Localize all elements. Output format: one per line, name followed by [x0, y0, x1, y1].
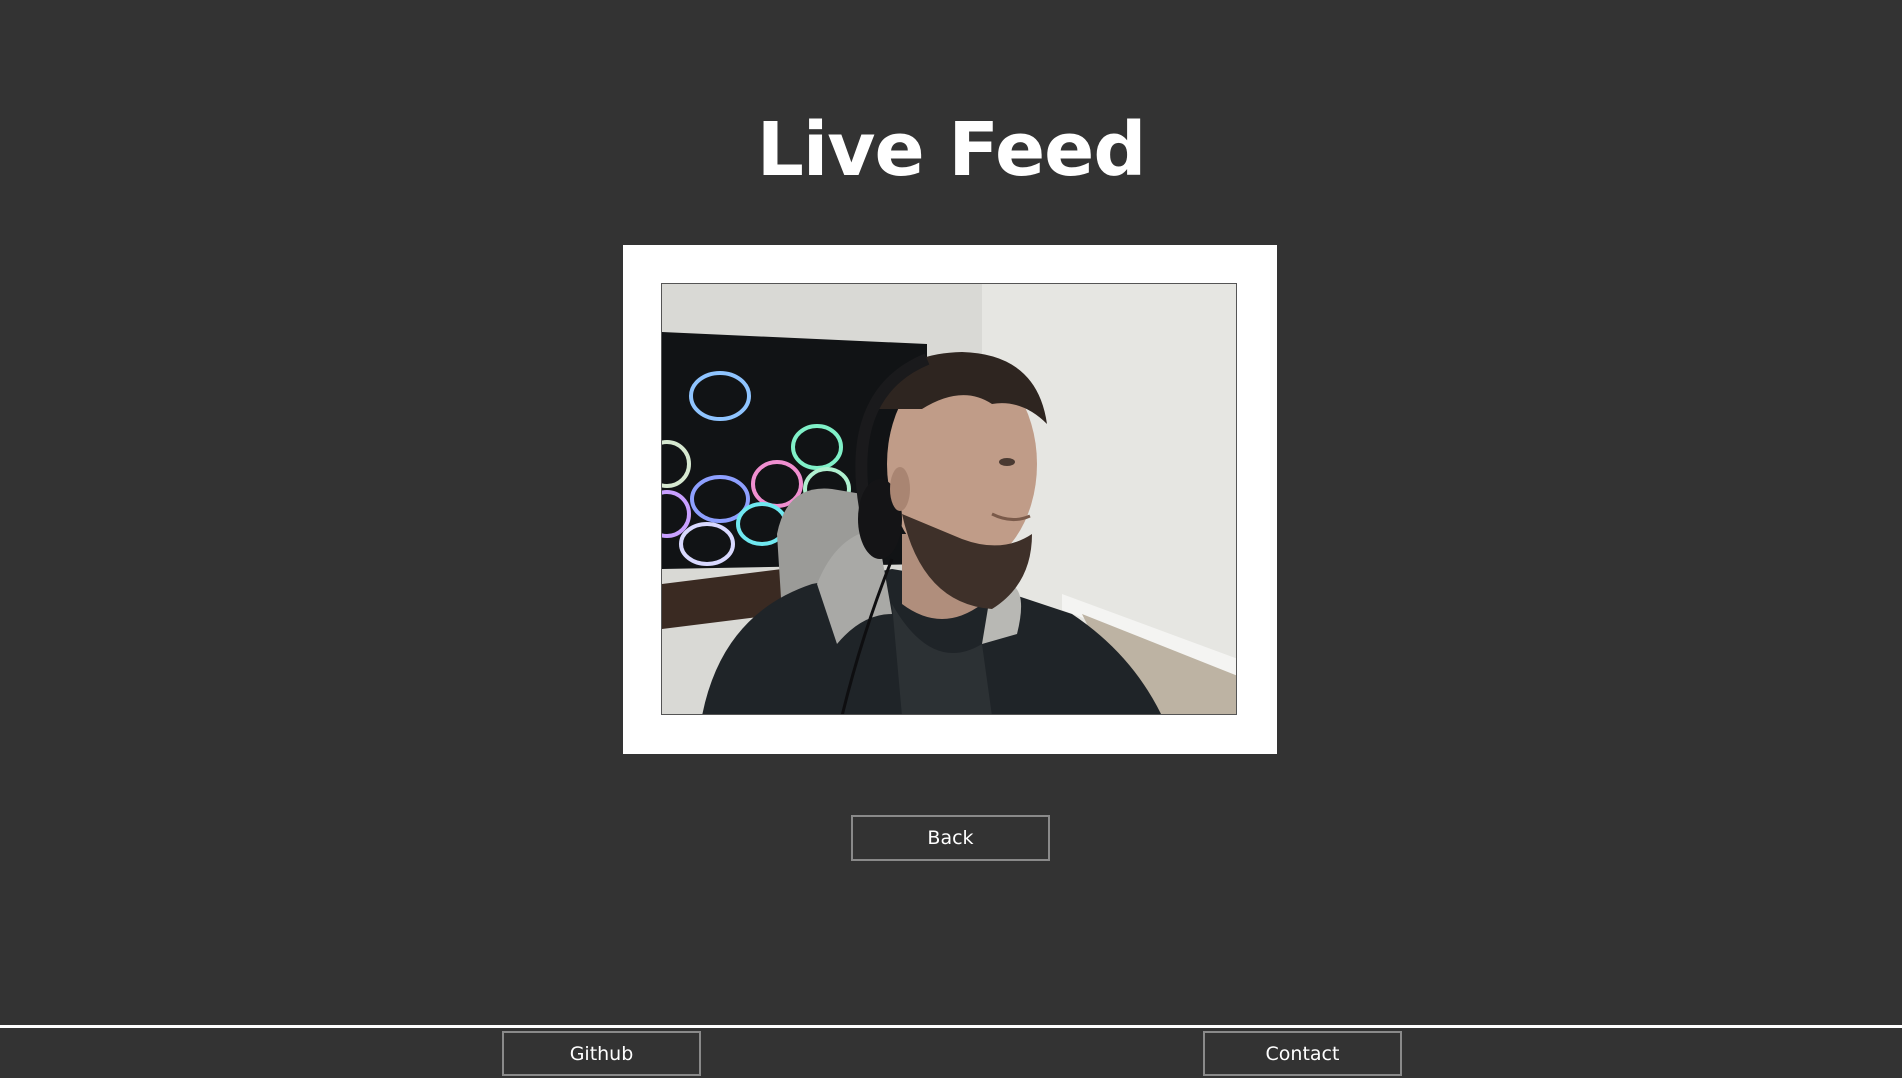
- footer-divider: [0, 1025, 1902, 1028]
- back-button[interactable]: Back: [851, 815, 1050, 861]
- github-button[interactable]: Github: [502, 1031, 701, 1076]
- page-title: Live Feed: [756, 107, 1147, 193]
- contact-button[interactable]: Contact: [1203, 1031, 1402, 1076]
- page: Live Feed Back Github Contact: [0, 0, 1902, 1078]
- live-feed-frame: [623, 245, 1277, 754]
- webcam-feed-image: [661, 283, 1237, 715]
- webcam-feed-illustration: [662, 284, 1236, 714]
